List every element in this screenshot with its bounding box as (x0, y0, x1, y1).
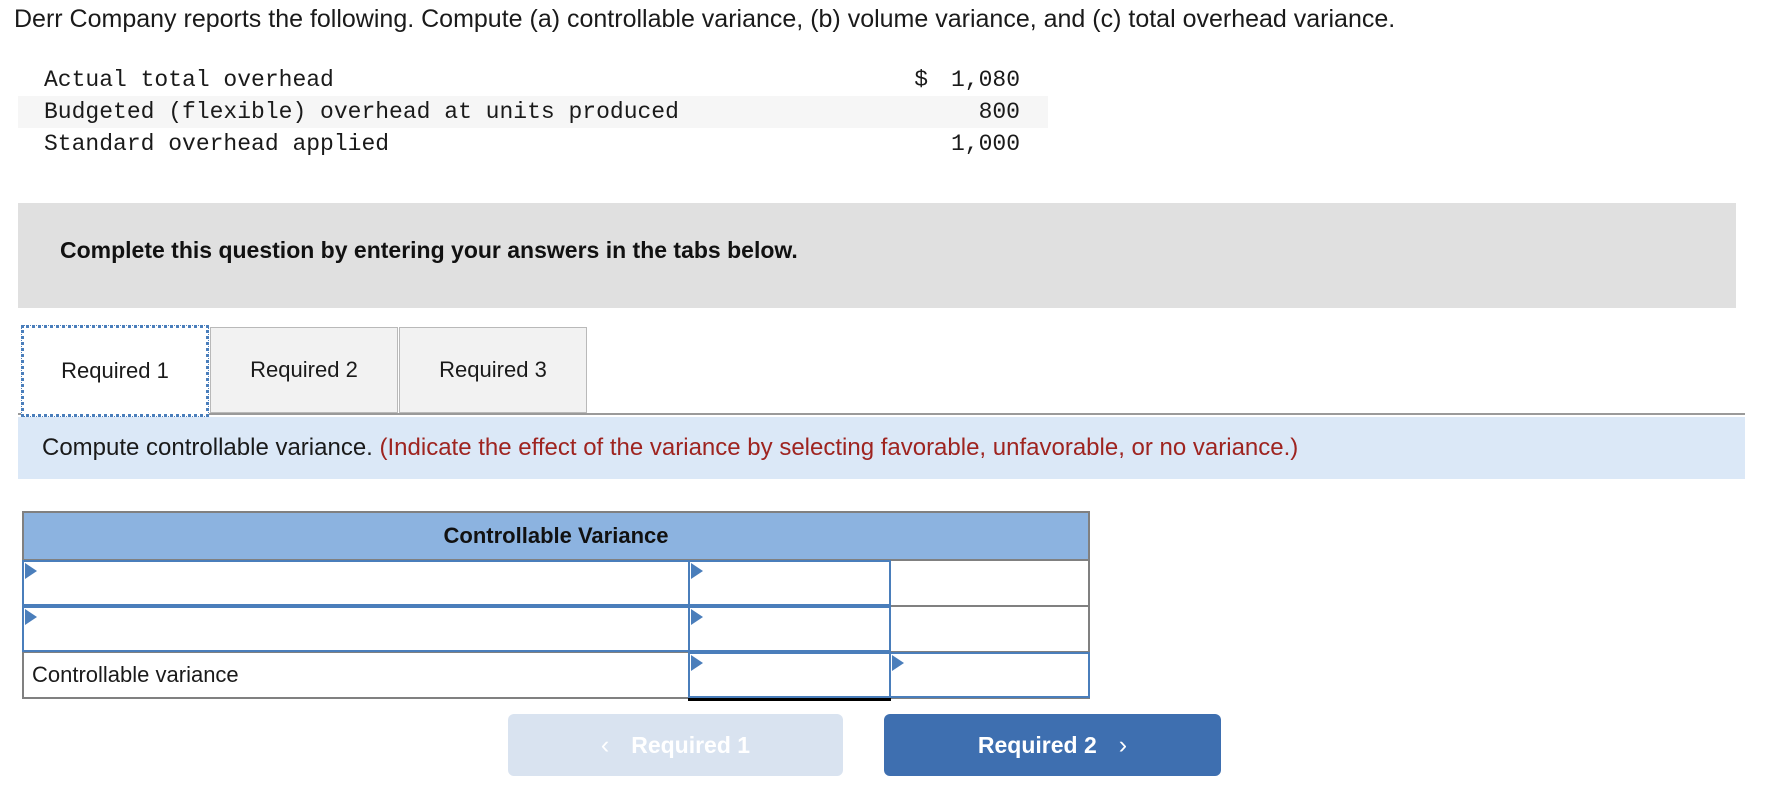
task-instruction-bar: Compute controllable variance. (Indicate… (18, 417, 1745, 479)
given-row-currency: $ (914, 67, 928, 93)
table-row: Controllable variance (21, 651, 1091, 699)
instructions-banner-text: Complete this question by entering your … (60, 237, 798, 263)
tab-required-3[interactable]: Required 3 (399, 327, 587, 413)
table-row: Actual total overhead $ 1,080 (18, 64, 1048, 96)
row-1-effect-cell[interactable] (888, 559, 1091, 607)
dropdown-arrow-icon (891, 655, 904, 671)
dropdown-arrow-icon (691, 655, 704, 671)
given-row-amount: 1,080 (950, 67, 1020, 93)
row-2-effect-cell[interactable] (888, 605, 1091, 653)
tab-required-1[interactable]: Required 1 (21, 325, 209, 417)
row-1-description-select[interactable] (22, 560, 691, 606)
dropdown-arrow-icon (691, 563, 704, 579)
given-row-label: Budgeted (flexible) overhead at units pr… (18, 96, 868, 128)
task-instruction-text: Compute controllable variance. (Indicate… (18, 434, 1298, 462)
given-row-currency (868, 128, 928, 160)
next-required-button[interactable]: Required 2 › (884, 714, 1221, 776)
task-instruction-main: Compute controllable variance. (42, 434, 373, 461)
given-row-amount: 800 (928, 96, 1048, 128)
task-instruction-hint: (Indicate the effect of the variance by … (379, 434, 1299, 461)
row-2-description-cell[interactable] (21, 605, 691, 653)
row-2-amount-select[interactable] (688, 606, 891, 652)
row-3-amount-select[interactable] (688, 652, 891, 698)
row-2-amount-cell[interactable] (688, 605, 891, 653)
table-row (21, 605, 1091, 653)
given-row-currency (868, 96, 928, 128)
tab-label: Required 3 (439, 357, 547, 382)
answer-table-header: Controllable Variance (22, 511, 1090, 561)
next-required-label: Required 2 (977, 731, 1097, 758)
given-row-amount: 1,000 (950, 131, 1020, 157)
instructions-banner: Complete this question by entering your … (18, 203, 1736, 308)
tab-strip: Required 1 Required 2 Required 3 (18, 322, 1748, 417)
navigation-buttons: ‹ Required 1 Required 2 › (0, 714, 1788, 784)
row-1-amount-cell[interactable] (688, 559, 891, 607)
given-row-label: Actual total overhead (44, 67, 334, 93)
table-row: Standard overhead applied 1,000 (18, 128, 1048, 160)
table-row: Budgeted (flexible) overhead at units pr… (18, 96, 1048, 128)
given-data-table: Actual total overhead $ 1,080 Budgeted (… (18, 64, 1048, 160)
tab-strip-underline (18, 413, 1745, 415)
question-prompt: Derr Company reports the following. Comp… (14, 5, 1396, 33)
dropdown-arrow-icon (25, 563, 37, 579)
previous-required-button[interactable]: ‹ Required 1 (508, 714, 843, 776)
controllable-variance-answer-table: Controllable Variance Controllable varia… (21, 511, 1091, 699)
answer-table-header-row: Controllable Variance (22, 511, 1090, 561)
chevron-left-icon: ‹ (600, 730, 610, 759)
dropdown-arrow-icon (25, 609, 37, 625)
row-3-description-label: Controllable variance (21, 651, 691, 699)
row-1-amount-select[interactable] (688, 560, 891, 606)
row-3-amount-cell[interactable] (688, 651, 891, 699)
table-row (21, 559, 1091, 607)
chevron-right-icon: › (1118, 730, 1128, 759)
dropdown-arrow-icon (691, 609, 704, 625)
tab-label: Required 2 (250, 357, 358, 382)
tab-label: Required 1 (61, 358, 169, 383)
row-3-effect-select[interactable] (888, 652, 1090, 698)
row-3-effect-cell[interactable] (888, 651, 1091, 699)
given-row-label: Standard overhead applied (44, 131, 390, 157)
previous-required-label: Required 1 (631, 731, 751, 758)
row-2-description-select[interactable] (22, 606, 691, 652)
row-1-description-cell[interactable] (21, 559, 691, 607)
tab-required-2[interactable]: Required 2 (210, 327, 398, 413)
